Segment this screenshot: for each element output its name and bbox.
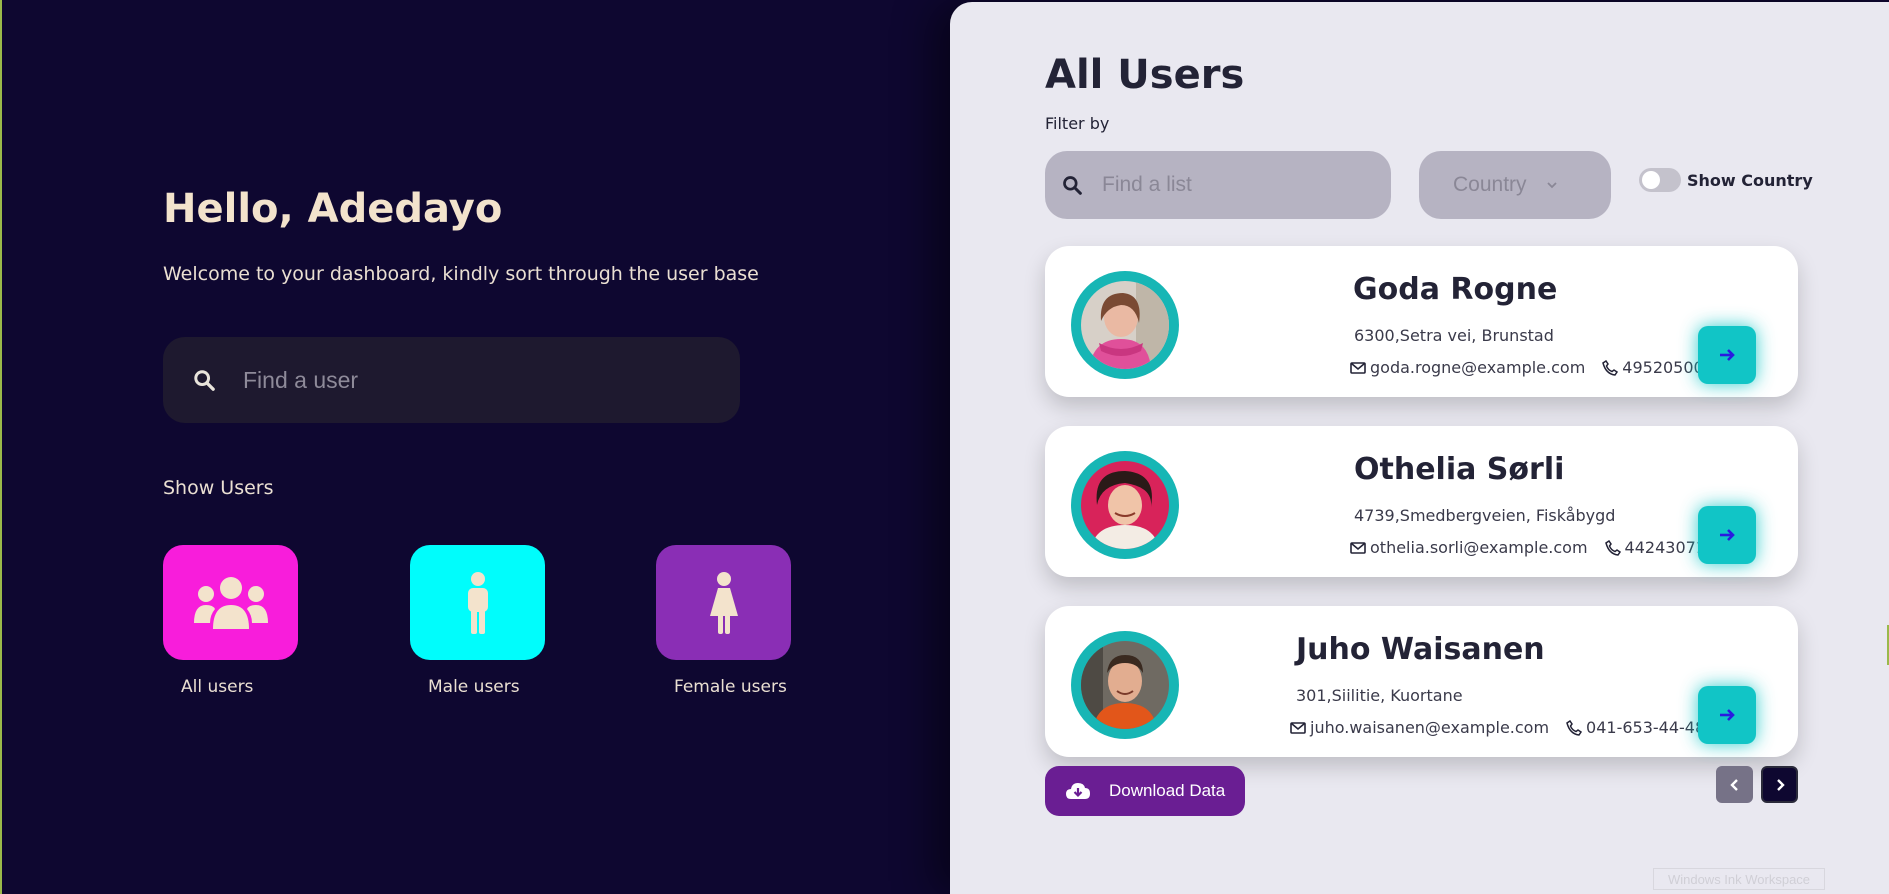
view-user-button[interactable] <box>1698 506 1756 564</box>
show-country-toggle[interactable] <box>1639 168 1681 192</box>
user-phone: 44243071 <box>1624 538 1706 557</box>
view-user-button[interactable] <box>1698 326 1756 384</box>
avatar <box>1071 271 1179 379</box>
users-group-icon <box>193 576 268 629</box>
country-select[interactable]: Country <box>1419 151 1611 219</box>
male-users-label: Male users <box>428 677 520 697</box>
toggle-knob <box>1642 171 1660 189</box>
list-search-box[interactable] <box>1045 151 1391 219</box>
search-icon <box>194 370 215 391</box>
all-users-button[interactable] <box>163 545 298 660</box>
user-card: Othelia Sørli 4739,Smedbergveien, Fiskåb… <box>1045 426 1798 577</box>
female-users-label: Female users <box>674 677 787 697</box>
user-card: Goda Rogne 6300,Setra vei, Brunstad goda… <box>1045 246 1798 397</box>
user-name: Othelia Sørli <box>1354 452 1565 487</box>
list-search-input[interactable] <box>1102 173 1362 197</box>
country-select-value: Country <box>1453 173 1527 196</box>
user-phone: 49520500 <box>1622 358 1704 377</box>
mail-icon <box>1350 361 1366 374</box>
windows-ink-watermark: Windows Ink Workspace <box>1653 868 1825 890</box>
greeting-heading: Hello, Adedayo <box>163 186 503 232</box>
avatar-photo <box>1081 281 1169 369</box>
show-country-label: Show Country <box>1687 170 1813 190</box>
user-search-input[interactable] <box>243 366 693 394</box>
female-users-button[interactable] <box>656 545 791 660</box>
previous-page-button[interactable] <box>1716 766 1753 803</box>
avatar-photo <box>1081 461 1169 549</box>
user-card: Juho Waisanen 301,Siilitie, Kuortane juh… <box>1045 606 1798 757</box>
avatar-photo <box>1081 641 1169 729</box>
user-email: goda.rogne@example.com <box>1370 358 1586 377</box>
show-users-label: Show Users <box>163 477 274 499</box>
chevron-left-icon <box>1729 778 1738 791</box>
download-data-button[interactable]: Download Data <box>1045 766 1245 816</box>
user-contact: juho.waisanen@example.com 041-653-44-48 <box>1290 718 1705 737</box>
welcome-text: Welcome to your dashboard, kindly sort t… <box>163 263 759 285</box>
female-icon <box>709 571 738 634</box>
phone-icon <box>1602 359 1619 376</box>
users-panel: All Users Filter by Country Show Country <box>950 2 1889 894</box>
user-email: juho.waisanen@example.com <box>1310 718 1550 737</box>
next-page-button[interactable] <box>1761 766 1798 803</box>
filter-label: Filter by <box>1045 114 1110 133</box>
arrow-right-icon <box>1720 349 1735 361</box>
download-data-label: Download Data <box>1109 781 1226 800</box>
page-title: All Users <box>1045 52 1245 98</box>
avatar <box>1071 631 1179 739</box>
user-address: 6300,Setra vei, Brunstad <box>1354 326 1554 345</box>
user-email: othelia.sorli@example.com <box>1370 538 1588 557</box>
search-icon <box>1063 176 1082 195</box>
user-contact: othelia.sorli@example.com 44243071 <box>1350 538 1706 557</box>
chevron-down-icon <box>1546 182 1557 189</box>
phone-icon <box>1604 539 1621 556</box>
dashboard-panel: Hello, Adedayo Welcome to your dashboard… <box>0 0 950 894</box>
all-users-label: All users <box>181 677 254 697</box>
cloud-download-icon <box>1066 783 1090 799</box>
user-search-box[interactable] <box>163 337 740 423</box>
phone-icon <box>1566 719 1583 736</box>
user-name: Juho Waisanen <box>1296 632 1545 667</box>
user-phone: 041-653-44-48 <box>1586 718 1706 737</box>
male-users-button[interactable] <box>410 545 545 660</box>
mail-icon <box>1350 541 1366 554</box>
view-user-button[interactable] <box>1698 686 1756 744</box>
user-name: Goda Rogne <box>1353 272 1558 307</box>
user-address: 301,Siilitie, Kuortane <box>1296 686 1463 705</box>
male-icon <box>467 571 488 634</box>
chevron-right-icon <box>1776 778 1785 791</box>
user-address: 4739,Smedbergveien, Fiskåbygd <box>1354 506 1616 525</box>
show-country-toggle-group: Show Country <box>1639 168 1813 192</box>
arrow-right-icon <box>1720 529 1735 541</box>
mail-icon <box>1290 721 1306 734</box>
user-contact: goda.rogne@example.com 49520500 <box>1350 358 1704 377</box>
arrow-right-icon <box>1720 709 1735 721</box>
avatar <box>1071 451 1179 559</box>
